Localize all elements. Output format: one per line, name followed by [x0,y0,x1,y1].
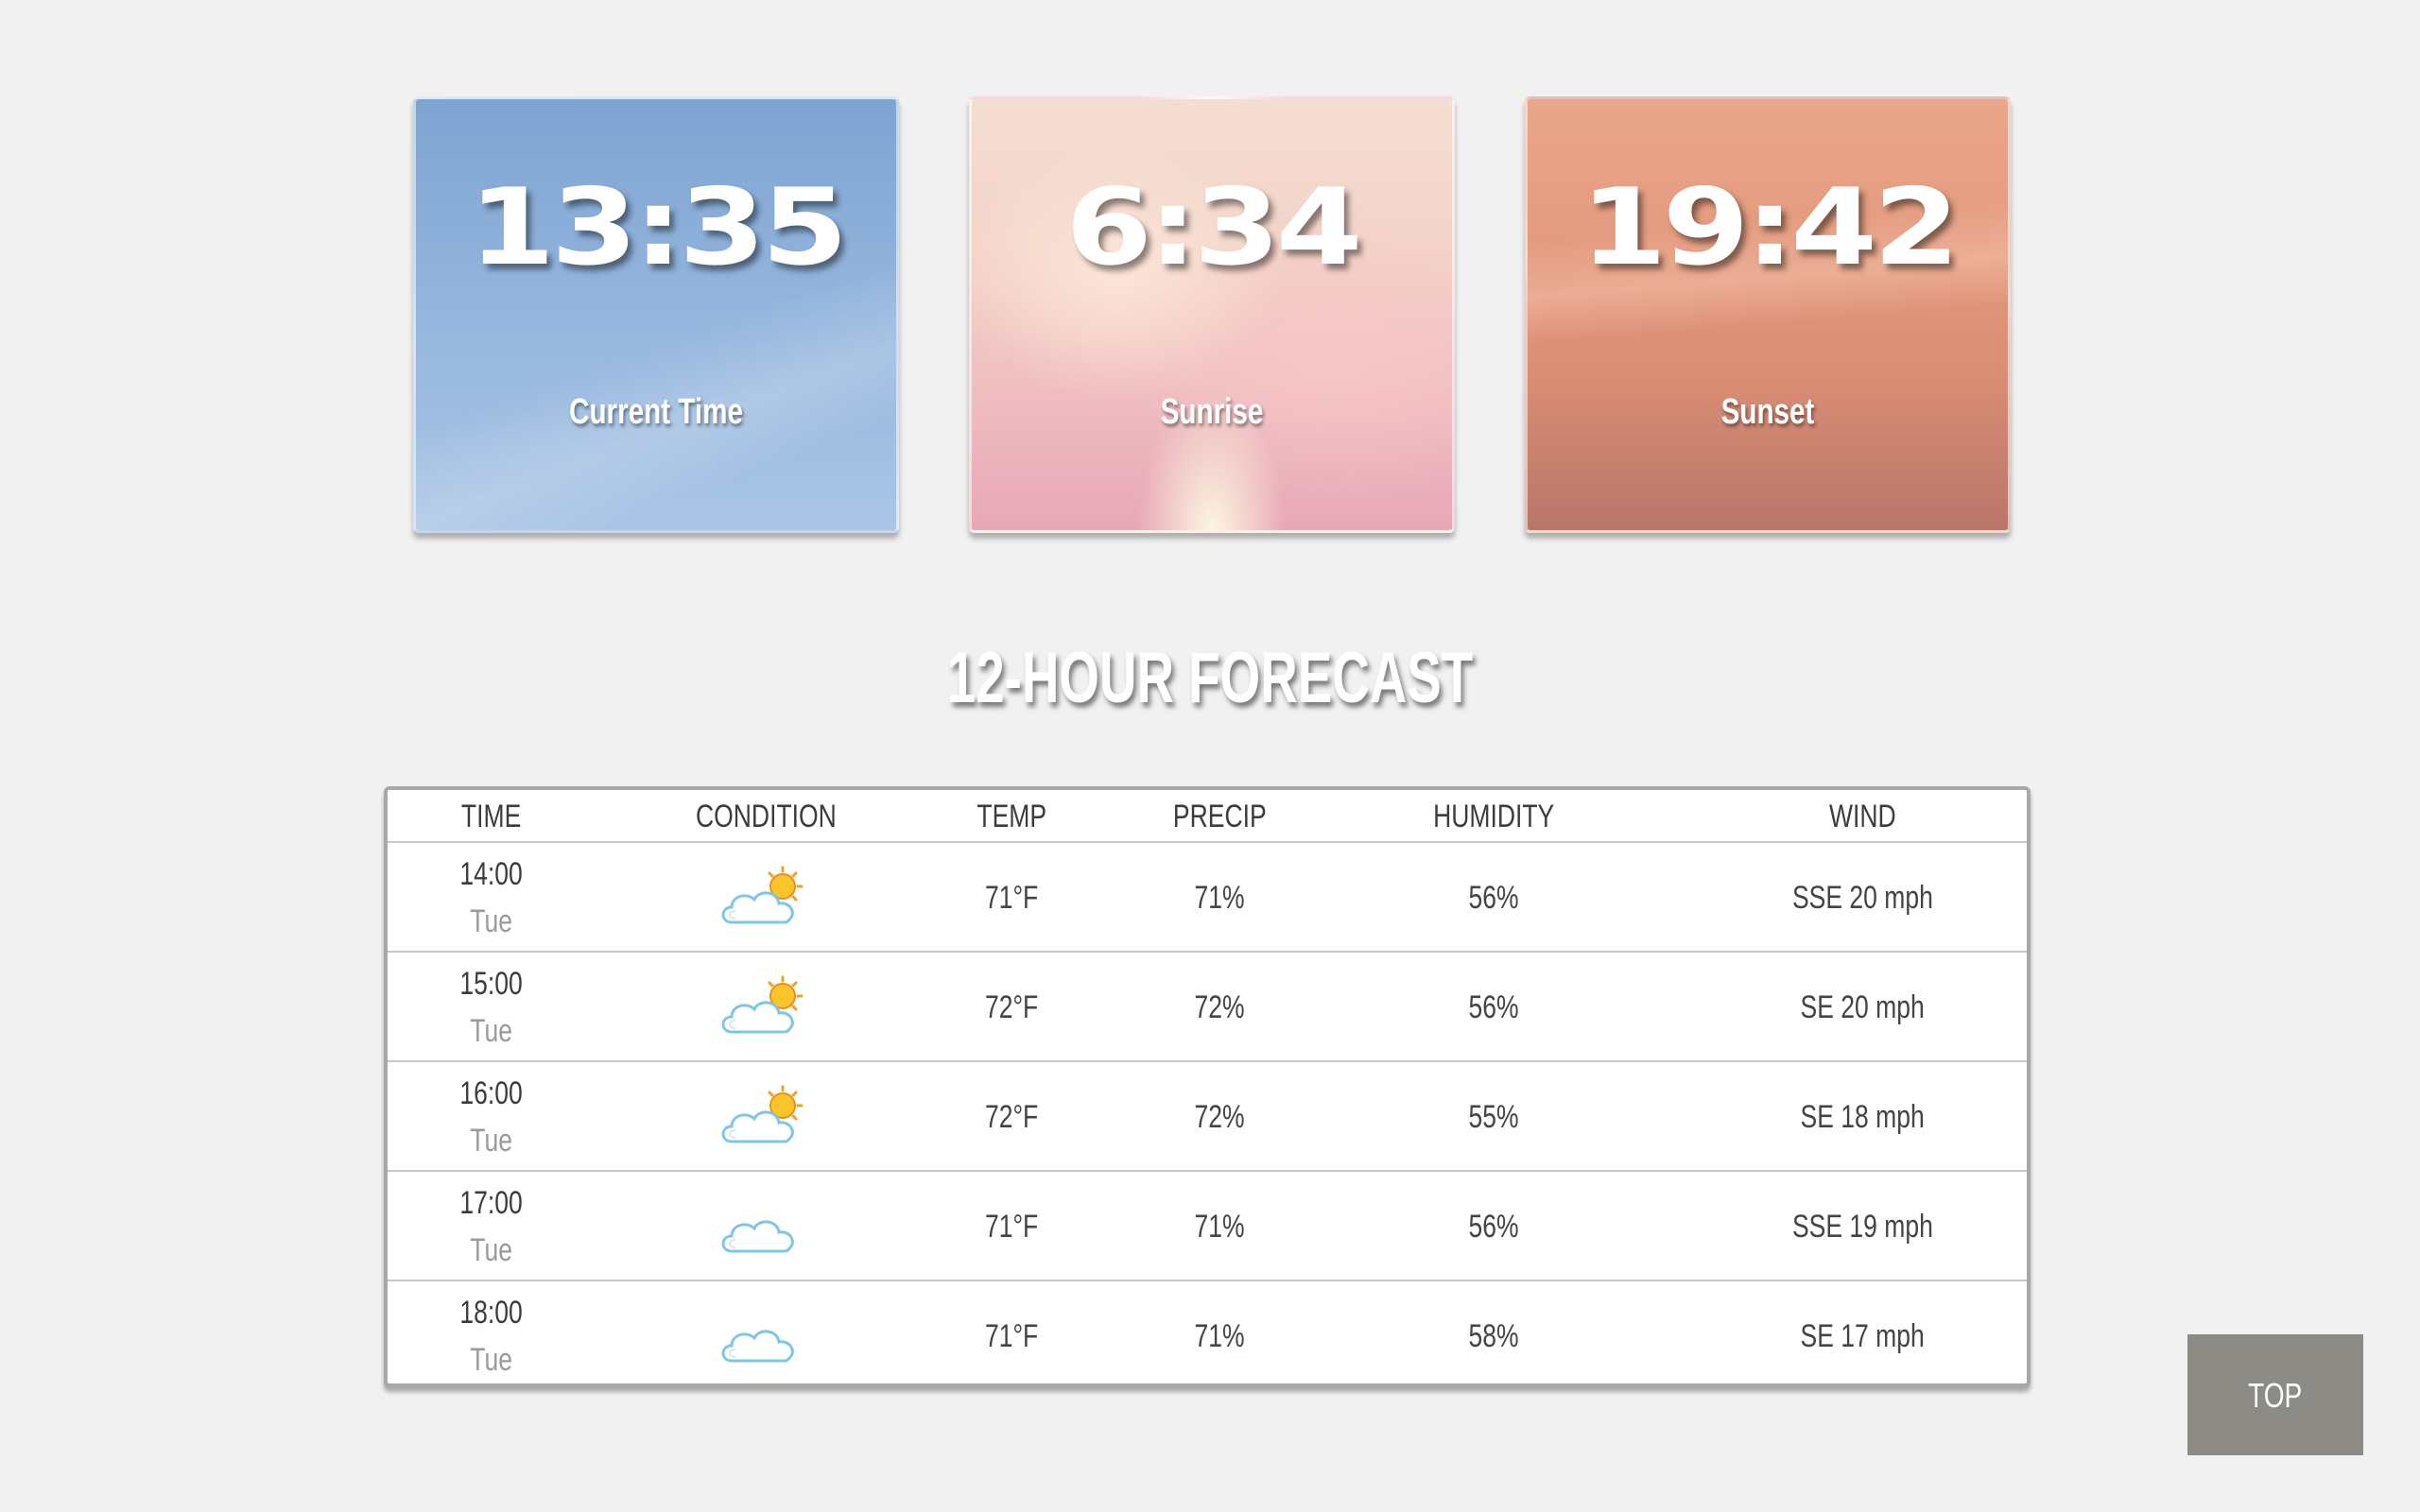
row-hour: 17:00 [459,1185,524,1221]
row-precip: 71% [1194,880,1245,916]
row-precip: 71% [1194,1209,1245,1245]
row-hour: 15:00 [459,966,524,1002]
row-wind: SSE 20 mph [1791,880,1933,916]
partly-cloudy-icon [718,864,813,932]
row-humidity: 56% [1468,989,1519,1025]
partly-cloudy-icon [718,973,813,1041]
header-time: TIME [461,799,522,834]
row-temp: 71°F [984,1209,1039,1245]
row-day: Tue [470,1123,513,1159]
table-row: 16:00 Tue 72°F 72% 55% SE 18 mph [388,1062,2027,1172]
row-condition-cell [652,953,879,1060]
cloudy-icon [718,1193,813,1261]
row-time-cell: 17:00 Tue [397,1172,586,1280]
row-wind: SE 18 mph [1800,1099,1925,1135]
row-hour: 14:00 [459,856,524,892]
sunrise-card: 6:34 Sunrise [969,96,1455,533]
header-humidity: HUMIDITY [1432,799,1555,834]
row-precip: 71% [1194,1318,1245,1354]
row-temp: 71°F [984,1318,1039,1354]
row-condition-cell [652,1172,879,1280]
time-cards: 13:35 Current Time 6:34 Sunrise 19:42 Su… [0,96,2420,533]
row-wind: SSE 19 mph [1791,1209,1933,1245]
row-hour: 18:00 [459,1295,524,1331]
row-humidity: 56% [1468,1209,1519,1245]
sunset-label: Sunset [1720,392,1815,432]
row-day: Tue [470,1013,513,1049]
current-time-value: 13:35 [468,166,848,289]
sunset-card: 19:42 Sunset [1525,96,2011,533]
row-precip: 72% [1194,989,1245,1025]
row-time-cell: 14:00 Tue [397,843,586,951]
row-day: Tue [470,1342,513,1378]
row-temp: 71°F [984,880,1039,916]
scroll-top-button[interactable]: TOP [2187,1334,2363,1455]
row-humidity: 56% [1468,880,1519,916]
header-temp: TEMP [977,799,1046,834]
cloudy-icon [718,1302,813,1370]
sunset-time-value: 19:42 [1580,166,1960,289]
row-day: Tue [470,1232,513,1268]
current-time-card: 13:35 Current Time [413,96,899,533]
forecast-table: TIME CONDITION TEMP PRECIP HUMIDITY WIND… [384,786,2031,1387]
row-temp: 72°F [984,1099,1039,1135]
current-time-label: Current Time [569,392,743,432]
partly-cloudy-icon [718,1083,813,1151]
row-time-cell: 18:00 Tue [397,1281,586,1383]
table-row: 17:00 Tue 71°F 71% 56% SSE 19 mph [388,1172,2027,1281]
sunrise-time-value: 6:34 [1065,166,1363,289]
header-condition: CONDITION [695,799,837,834]
forecast-title: 12-HOUR FORECAST [946,638,1474,718]
sunrise-label: Sunrise [1160,392,1264,432]
row-time-cell: 16:00 Tue [397,1062,586,1170]
row-temp: 72°F [984,989,1039,1025]
row-humidity: 55% [1468,1099,1519,1135]
row-humidity: 58% [1468,1318,1519,1354]
row-condition-cell [652,1281,879,1383]
table-row: 15:00 Tue 72°F 72% 56% SE 20 mph [388,953,2027,1062]
row-time-cell: 15:00 Tue [397,953,586,1060]
header-wind: WIND [1828,799,1896,834]
row-condition-cell [652,1062,879,1170]
row-hour: 16:00 [459,1075,524,1111]
table-header-row: TIME CONDITION TEMP PRECIP HUMIDITY WIND [388,790,2027,843]
row-day: Tue [470,903,513,939]
table-row: 18:00 Tue 71°F 71% 58% SE 17 mph [388,1281,2027,1383]
header-precip: PRECIP [1172,799,1267,834]
row-precip: 72% [1194,1099,1245,1135]
row-wind: SE 20 mph [1800,989,1925,1025]
row-wind: SE 17 mph [1800,1318,1925,1354]
table-row: 14:00 Tue 71°F 71% 56% SSE 20 mph [388,843,2027,953]
row-condition-cell [652,843,879,951]
